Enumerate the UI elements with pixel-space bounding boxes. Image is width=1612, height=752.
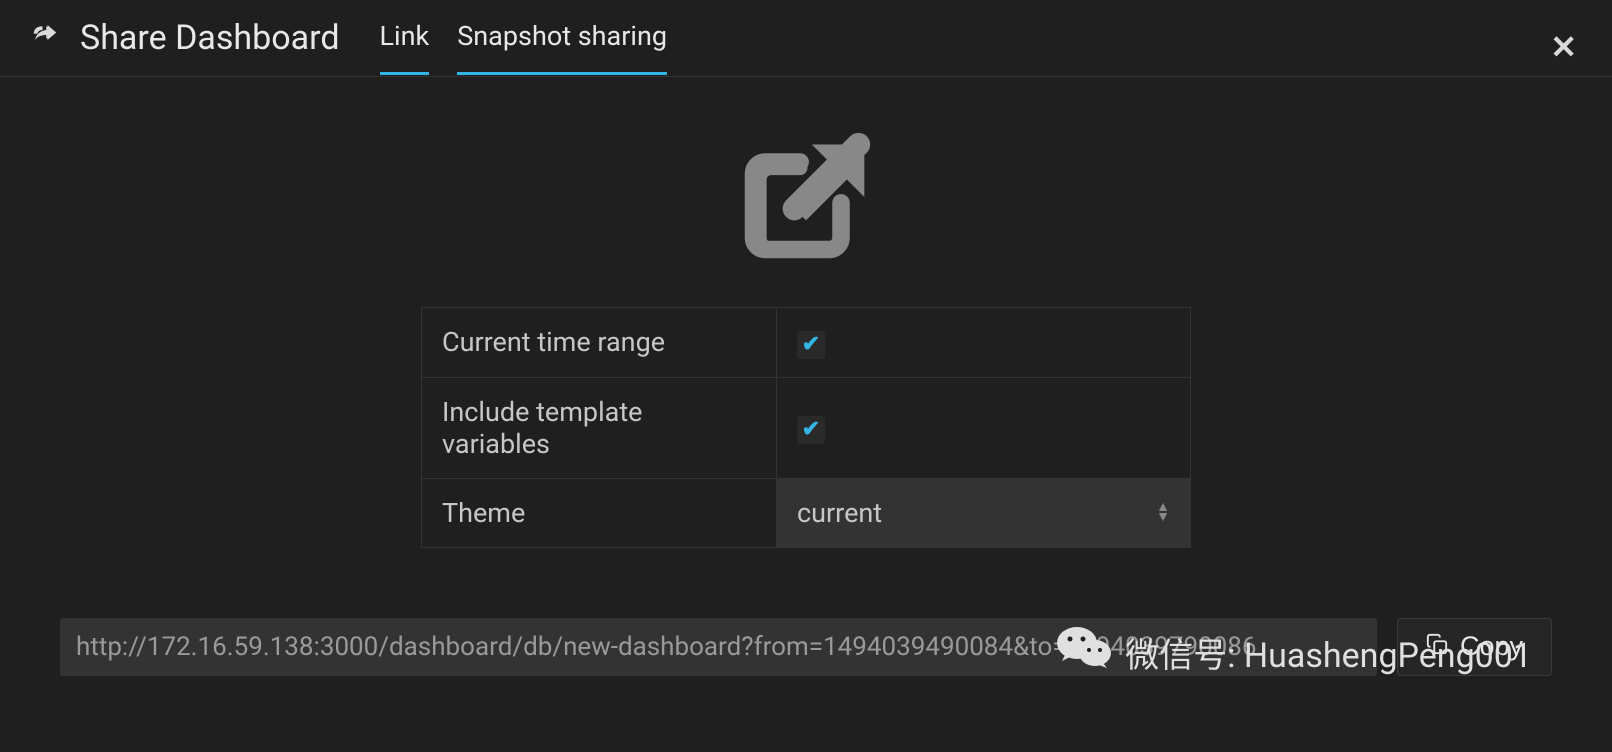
option-value-template-vars: ✔ — [777, 377, 1191, 478]
share-options-table: Current time range ✔ Include template va… — [421, 307, 1191, 548]
close-button[interactable]: ✕ — [1550, 28, 1577, 66]
share-arrow-icon — [30, 20, 60, 57]
theme-select[interactable]: current ▲▼ — [777, 479, 1190, 547]
tab-link[interactable]: Link — [380, 20, 430, 75]
header-title-wrap: Share Dashboard — [30, 18, 340, 58]
modal-header: Share Dashboard Link Snapshot sharing ✕ — [0, 0, 1612, 77]
option-row-time-range: Current time range ✔ — [422, 308, 1191, 378]
external-link-hero-icon — [60, 127, 1552, 267]
checkmark-icon: ✔ — [802, 332, 820, 357]
option-label-theme: Theme — [422, 478, 777, 547]
option-row-template-vars: Include template variables ✔ — [422, 377, 1191, 478]
watermark: 微信号: HuashengPeng001 — [1055, 623, 1532, 682]
tab-bar: Link Snapshot sharing — [380, 20, 668, 56]
modal-title: Share Dashboard — [80, 18, 340, 58]
checkbox-template-vars[interactable]: ✔ — [797, 416, 825, 444]
option-row-theme: Theme current ▲▼ — [422, 478, 1191, 547]
select-arrows-icon: ▲▼ — [1156, 503, 1170, 523]
option-value-time-range: ✔ — [777, 308, 1191, 378]
share-dashboard-modal: Share Dashboard Link Snapshot sharing ✕ … — [0, 0, 1612, 752]
checkmark-icon: ✔ — [802, 417, 820, 442]
wechat-icon — [1055, 623, 1115, 682]
tab-snapshot-sharing[interactable]: Snapshot sharing — [457, 20, 667, 75]
option-label-time-range: Current time range — [422, 308, 777, 378]
modal-body: Current time range ✔ Include template va… — [0, 77, 1612, 706]
option-label-template-vars: Include template variables — [422, 377, 777, 478]
watermark-text: 微信号: HuashengPeng001 — [1125, 628, 1532, 677]
checkbox-time-range[interactable]: ✔ — [797, 331, 825, 359]
theme-select-value: current — [797, 497, 882, 529]
option-value-theme: current ▲▼ — [777, 478, 1191, 547]
close-icon: ✕ — [1550, 28, 1577, 66]
